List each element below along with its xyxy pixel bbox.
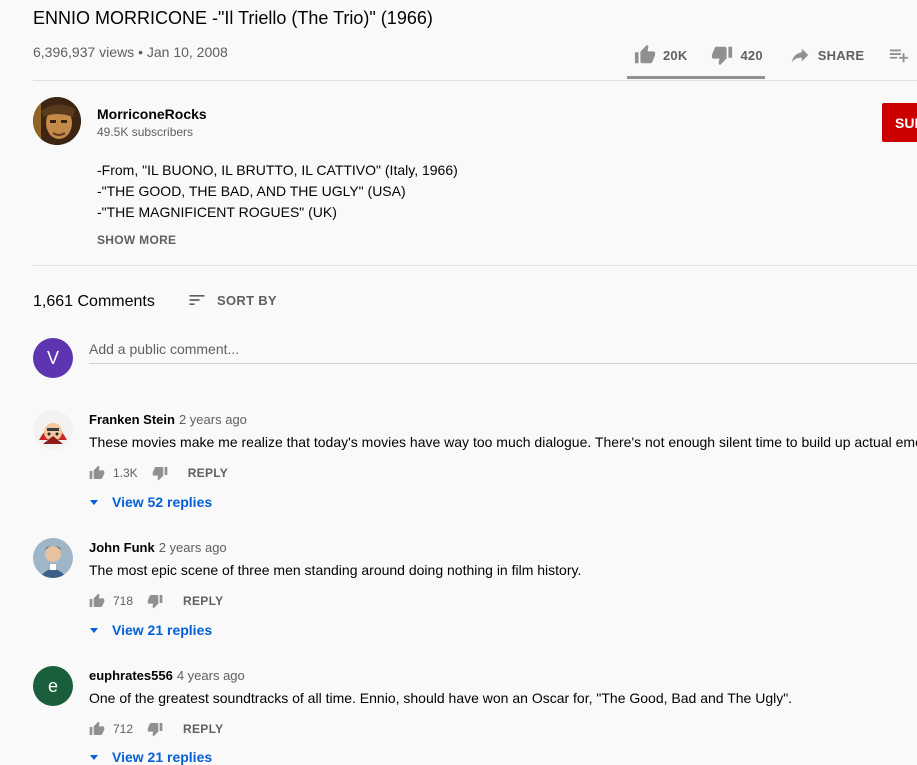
- like-count: 20K: [663, 47, 688, 63]
- thumb-up-icon[interactable]: [89, 465, 105, 481]
- sentiment-bar: [627, 76, 765, 79]
- subscribe-button[interactable]: SUB: [882, 103, 917, 142]
- comment-text: These movies make me realize that today'…: [89, 434, 917, 450]
- view-replies-label: View 52 replies: [112, 494, 213, 510]
- chevron-down-icon: [90, 627, 98, 633]
- sentiment-like-fill: [627, 76, 763, 79]
- comment-like-count: 1.3K: [113, 466, 138, 480]
- save-button[interactable]: SA: [888, 44, 917, 66]
- add-comment-input[interactable]: Add a public comment...: [89, 341, 917, 364]
- reply-button[interactable]: REPLY: [188, 466, 228, 480]
- share-label: SHARE: [817, 47, 865, 63]
- channel-name[interactable]: MorriconeRocks: [97, 106, 207, 122]
- thumb-up-icon: [634, 44, 656, 64]
- comment-author[interactable]: John Funk: [89, 540, 155, 555]
- comments-count: 1,661 Comments: [33, 293, 155, 310]
- chevron-down-icon: [90, 754, 98, 760]
- comment-time[interactable]: 2 years ago: [179, 412, 247, 427]
- subscriber-count: 49.5K subscribers: [97, 125, 194, 139]
- comment-author-avatar[interactable]: [33, 538, 73, 578]
- video-title: ENNIO MORRICONE -"Il Triello (The Trio)"…: [33, 8, 433, 28]
- comment-text: The most epic scene of three men standin…: [89, 562, 582, 578]
- thumb-down-icon[interactable]: [147, 721, 163, 737]
- comment-time[interactable]: 2 years ago: [159, 540, 227, 555]
- comment-header: John Funk 2 years ago: [89, 540, 227, 555]
- comment-time[interactable]: 4 years ago: [177, 668, 245, 683]
- comment-like-count: 718: [113, 594, 134, 608]
- comment-text: One of the greatest soundtracks of all t…: [89, 690, 793, 706]
- comment-author[interactable]: euphrates556: [89, 668, 173, 683]
- dislike-button[interactable]: 420: [711, 44, 763, 66]
- reply-button[interactable]: REPLY: [183, 594, 223, 608]
- comment-like-count: 712: [113, 722, 134, 736]
- thumb-up-icon[interactable]: [89, 721, 105, 737]
- reply-button[interactable]: REPLY: [183, 722, 223, 736]
- thumb-down-icon[interactable]: [152, 465, 168, 481]
- comment-toolbar: 712 REPLY: [89, 721, 223, 737]
- divider-description: [33, 265, 917, 266]
- comment-author-avatar[interactable]: e: [33, 666, 73, 706]
- comment-author-avatar[interactable]: [33, 410, 73, 450]
- comment-header: Franken Stein 2 years ago: [89, 412, 247, 427]
- divider-top: [33, 80, 917, 81]
- description-line: -"THE MAGNIFICENT ROGUES" (UK): [97, 204, 337, 220]
- comment-author[interactable]: Franken Stein: [89, 412, 175, 427]
- like-button[interactable]: 20K: [634, 44, 687, 66]
- share-icon: [791, 48, 808, 63]
- sort-icon: [189, 295, 205, 305]
- share-button[interactable]: SHARE: [789, 44, 865, 66]
- sort-by-label: SORT BY: [217, 292, 277, 308]
- sort-by-button[interactable]: SORT BY: [187, 290, 277, 310]
- thumb-down-icon: [712, 46, 733, 66]
- view-count-date: 6,396,937 views • Jan 10, 2008: [33, 44, 228, 60]
- thumb-down-icon[interactable]: [147, 593, 163, 609]
- comment-toolbar: 1.3K REPLY: [89, 465, 228, 481]
- comment-header: euphrates556 4 years ago: [89, 668, 245, 683]
- playlist-add-icon: [890, 49, 909, 63]
- show-more-button[interactable]: SHOW MORE: [97, 233, 176, 247]
- view-replies-button[interactable]: View 21 replies: [89, 622, 212, 638]
- view-replies-label: View 21 replies: [112, 622, 213, 638]
- chevron-down-icon: [90, 499, 98, 505]
- user-avatar[interactable]: V: [33, 338, 73, 378]
- dislike-count: 420: [740, 47, 763, 63]
- thumb-up-icon[interactable]: [89, 593, 105, 609]
- view-replies-button[interactable]: View 52 replies: [89, 494, 212, 510]
- description-line: -From, "IL BUONO, IL BRUTTO, IL CATTIVO"…: [97, 162, 458, 178]
- description-line: -"THE GOOD, THE BAD, AND THE UGLY" (USA): [97, 183, 406, 199]
- video-actions: 20K 420 SHARE SA: [634, 44, 917, 66]
- comment-toolbar: 718 REPLY: [89, 593, 223, 609]
- channel-avatar[interactable]: [33, 97, 81, 145]
